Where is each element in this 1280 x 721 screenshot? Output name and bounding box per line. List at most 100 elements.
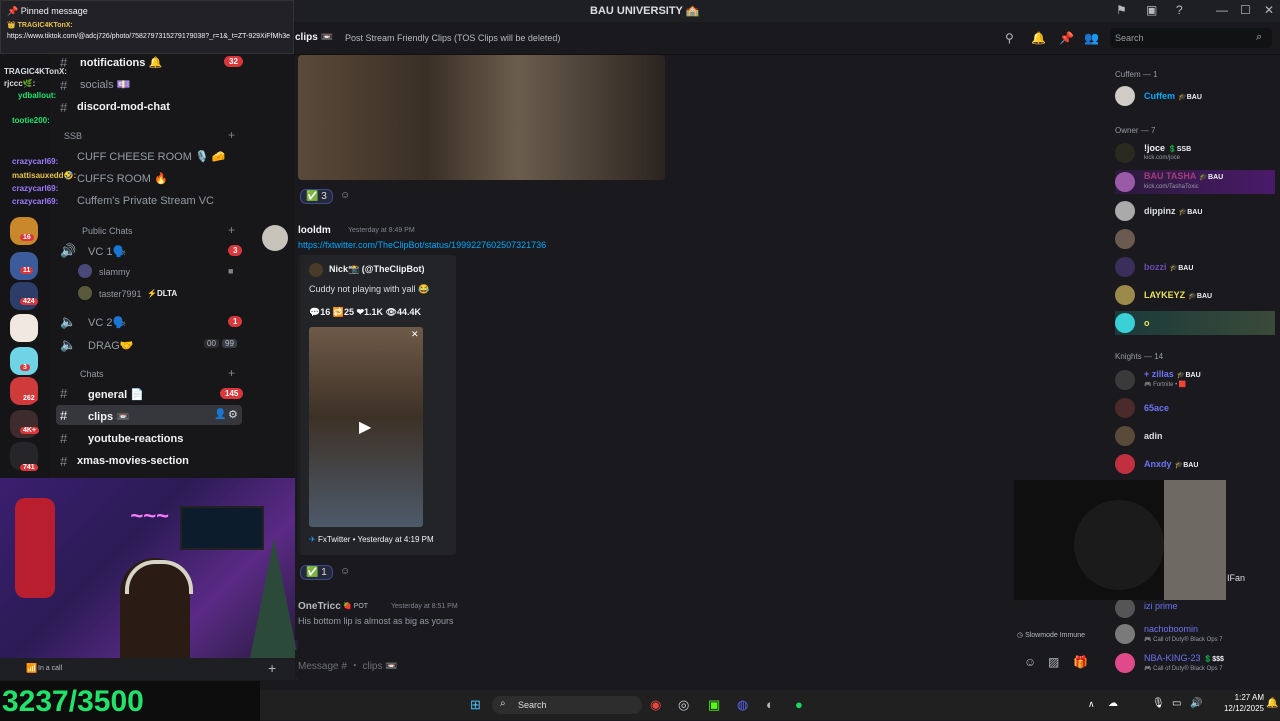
avatar[interactable]: [1115, 370, 1135, 390]
voice-channel[interactable]: CUFF CHEESE ROOM 🎙️ 🧀: [77, 150, 225, 163]
screen-icon[interactable]: ▣: [1146, 3, 1157, 17]
channel-discord-mod-chat[interactable]: discord-mod-chat: [77, 101, 170, 113]
notification-icon[interactable]: 🔔: [1266, 698, 1278, 709]
obs-icon[interactable]: ◐: [766, 697, 774, 712]
reaction-check[interactable]: ✅ 1: [300, 565, 333, 580]
pinned-link[interactable]: https://www.tiktok.com/@adcj726/photo/75…: [7, 32, 291, 42]
channel-general[interactable]: general 📄: [88, 388, 144, 401]
voice-channel[interactable]: Cuffem's Private Stream VC: [77, 195, 214, 207]
close-icon[interactable]: ✕: [1264, 3, 1274, 17]
add-channel-icon[interactable]: +: [228, 223, 235, 237]
server-icon[interactable]: [10, 252, 38, 280]
message-link[interactable]: https://fxtwitter.com/TheClipBot/status/…: [298, 240, 546, 250]
chevron-up-icon[interactable]: ∧: [1088, 699, 1095, 710]
search-input[interactable]: Search ⌕: [1110, 28, 1272, 48]
member-name[interactable]: NBA-KING-23 💲$$$: [1144, 653, 1224, 663]
play-icon[interactable]: ▶: [359, 417, 371, 437]
server-icon[interactable]: [10, 314, 38, 342]
member-name[interactable]: o: [1144, 318, 1150, 328]
channel-notifications[interactable]: notifications 🔔: [80, 56, 162, 69]
pin-icon[interactable]: 📌: [1059, 31, 1074, 45]
reaction-check[interactable]: ✅ 3: [300, 189, 333, 204]
taskbar-search[interactable]: [492, 696, 642, 714]
spotify-icon[interactable]: ●: [795, 697, 803, 712]
channel-youtube-reactions[interactable]: youtube-reactions: [88, 433, 183, 445]
category-public-chats[interactable]: Public Chats: [82, 226, 133, 236]
volume-icon[interactable]: 🔊: [1190, 698, 1202, 709]
gift-icon[interactable]: 🎁: [1073, 655, 1088, 669]
taskbar-time[interactable]: 1:27 AM: [1224, 693, 1264, 702]
app-icon[interactable]: ▣: [708, 697, 720, 713]
member-name[interactable]: Cuffem 🎓BAU: [1144, 91, 1202, 101]
inbox-icon[interactable]: ⚑: [1116, 3, 1127, 17]
close-icon[interactable]: ✕: [411, 329, 419, 340]
help-icon[interactable]: ?: [1176, 3, 1183, 17]
pinned-message-popup[interactable]: 📌 Pinned message 👑 TRAGIC4KTonX: https:/…: [0, 0, 294, 54]
add-channel-icon[interactable]: +: [228, 128, 235, 142]
channel-xmas-movies-section[interactable]: xmas-movies-section: [77, 455, 189, 467]
avatar[interactable]: [1115, 653, 1135, 673]
member-name[interactable]: IFan: [1227, 573, 1245, 583]
member-name[interactable]: dippinz 🎓BAU: [1144, 206, 1202, 216]
channel-clips[interactable]: clips 📼: [88, 410, 130, 423]
member-name[interactable]: Anxdy 🎓BAU: [1144, 459, 1198, 469]
members-icon[interactable]: 👥: [1084, 31, 1099, 45]
avatar[interactable]: [1115, 201, 1135, 221]
clip-image[interactable]: [298, 55, 665, 180]
add-channel-icon[interactable]: +: [228, 366, 235, 380]
voice-user[interactable]: taster7991: [99, 289, 142, 299]
member-name[interactable]: adin: [1144, 431, 1163, 441]
message-author[interactable]: looldm: [298, 225, 331, 236]
cloud-icon[interactable]: ☁: [1108, 698, 1118, 709]
avatar[interactable]: [1115, 598, 1135, 618]
steam-icon[interactable]: ◎: [678, 697, 689, 713]
voice-user[interactable]: slammy: [99, 267, 130, 277]
add-reaction-icon[interactable]: ☺: [340, 190, 350, 201]
avatar[interactable]: [1115, 285, 1135, 305]
category-chats[interactable]: Chats: [80, 369, 104, 379]
avatar[interactable]: [1115, 624, 1135, 644]
avatar[interactable]: [262, 225, 288, 251]
avatar[interactable]: [1115, 257, 1135, 277]
minimize-icon[interactable]: —: [1216, 3, 1228, 17]
sticker-icon[interactable]: ▨: [1048, 655, 1059, 669]
gear-icon[interactable]: ⚙: [228, 408, 238, 421]
member-name[interactable]: 65ace: [1144, 403, 1169, 413]
member-name[interactable]: nachoboomin: [1144, 624, 1198, 634]
avatar[interactable]: [1115, 172, 1135, 192]
avatar[interactable]: [1115, 398, 1135, 418]
chrome-icon[interactable]: ◉: [650, 697, 661, 713]
avatar[interactable]: [1115, 229, 1135, 249]
mic-icon[interactable]: 🎙: [1152, 698, 1165, 709]
taskbar-date[interactable]: 12/12/2025: [1210, 704, 1264, 713]
member-name[interactable]: izi prime: [1144, 601, 1178, 611]
add-icon[interactable]: +: [268, 660, 276, 676]
threads-icon[interactable]: ⚲: [1005, 31, 1014, 45]
avatar[interactable]: [1115, 143, 1135, 163]
bell-icon[interactable]: 🔔: [1031, 31, 1046, 45]
member-name[interactable]: LAYKEYZ 🎓BAU: [1144, 290, 1212, 300]
category-ssb[interactable]: SSB: [64, 131, 82, 141]
member-name[interactable]: !joce 💲SSB: [1144, 143, 1191, 153]
voice-channel[interactable]: CUFFS ROOM 🔥: [77, 172, 168, 185]
maximize-icon[interactable]: ☐: [1240, 3, 1251, 17]
emoji-icon[interactable]: ☺: [1024, 655, 1036, 669]
discord-icon[interactable]: ◍: [737, 697, 748, 713]
server-icon[interactable]: [10, 282, 38, 310]
message-author[interactable]: OneTricc: [298, 601, 341, 612]
add-reaction-icon[interactable]: ☺: [340, 566, 350, 577]
voice-channel-drag[interactable]: DRAG🤝: [88, 339, 133, 352]
video-thumbnail[interactable]: ▶ ✕: [309, 327, 423, 527]
avatar[interactable]: [1115, 426, 1135, 446]
avatar[interactable]: [1115, 86, 1135, 106]
voice-channel-vc2[interactable]: VC 2🗣️: [88, 316, 126, 329]
voice-channel-vc1[interactable]: VC 1🗣️: [88, 245, 126, 258]
invite-icon[interactable]: 👤: [214, 409, 226, 420]
channel-socials[interactable]: socials 💷: [80, 78, 130, 91]
member-name[interactable]: + zillas 🎓BAU: [1144, 369, 1201, 379]
message-input[interactable]: Message # ・ clips 📼 ☺ ▨ 🎁: [295, 650, 1105, 678]
network-icon[interactable]: ▭: [1172, 698, 1181, 709]
member-name[interactable]: BAU TASHA 🎓BAU: [1144, 171, 1223, 181]
avatar[interactable]: [1115, 313, 1135, 333]
channel-topic[interactable]: Post Stream Friendly Clips (TOS Clips wi…: [345, 33, 560, 43]
